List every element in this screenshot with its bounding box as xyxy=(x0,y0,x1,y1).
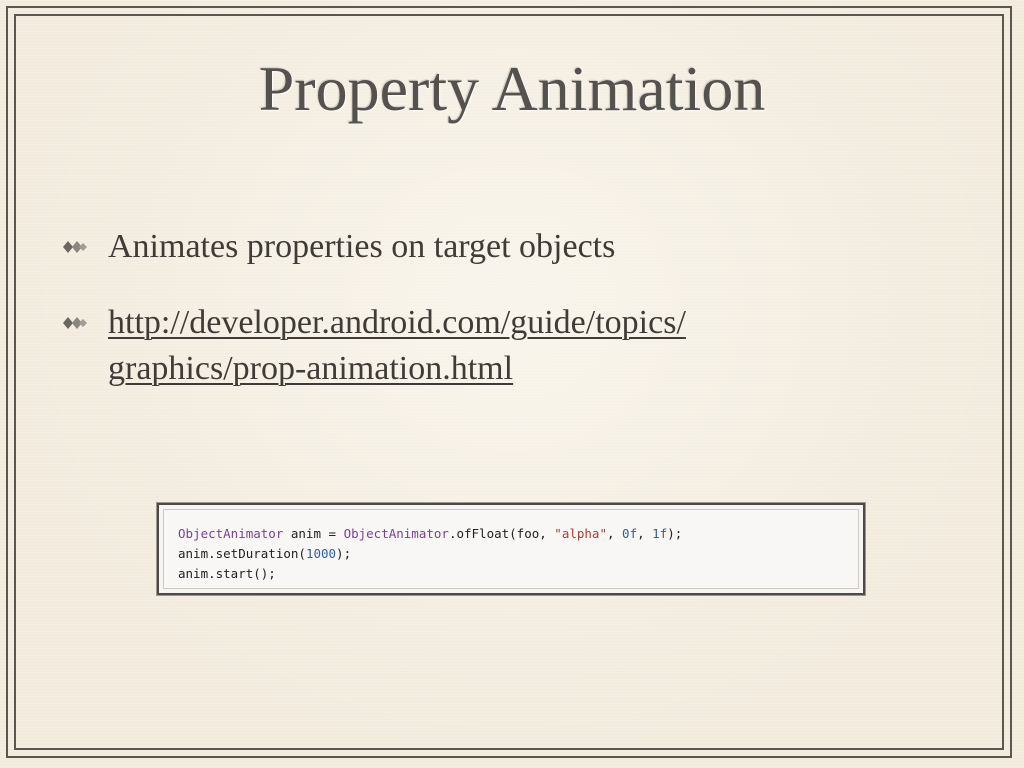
code-token: ObjectAnimator xyxy=(343,526,449,541)
code-token: anim = xyxy=(283,526,344,541)
code-token: 1000 xyxy=(305,546,337,561)
code-token: 1f xyxy=(652,526,668,541)
slide-title: Property Animation xyxy=(258,53,766,124)
bullet-list: Animates properties on target objects ht… xyxy=(60,224,960,392)
bullet-item: http://developer.android.com/guide/topic… xyxy=(60,300,960,392)
code-token: .ofFloat(foo, xyxy=(448,526,555,541)
code-token: "alpha" xyxy=(554,526,607,541)
code-lines: ObjectAnimator anim = ObjectAnimator.ofF… xyxy=(178,524,682,584)
diamond-bullet-icon xyxy=(63,317,87,329)
code-token: anim.start(); xyxy=(178,566,276,581)
code-token: anim.setDuration( xyxy=(178,546,306,561)
code-line-2: anim.setDuration(1000); xyxy=(178,544,682,564)
bullet-text: Animates properties on target objects xyxy=(108,228,616,265)
code-snippet-inner: ObjectAnimator anim = ObjectAnimator.ofF… xyxy=(163,509,859,589)
code-token: ); xyxy=(667,526,683,541)
android-docs-link[interactable]: http://developer.android.com/guide/topic… xyxy=(108,304,686,387)
code-token: ObjectAnimator xyxy=(178,526,284,541)
code-snippet: ObjectAnimator anim = ObjectAnimator.ofF… xyxy=(157,503,865,595)
slide: Property Animation Animates properties o… xyxy=(0,0,1024,768)
code-token: 0f xyxy=(622,526,638,541)
diamond-bullet-icon xyxy=(63,241,87,253)
code-token: , xyxy=(606,526,623,541)
code-line-1: ObjectAnimator anim = ObjectAnimator.ofF… xyxy=(178,524,682,544)
code-token: ); xyxy=(336,546,352,561)
code-line-3: anim.start(); xyxy=(178,564,682,584)
code-token: , xyxy=(637,526,653,541)
bullet-item: Animates properties on target objects xyxy=(60,224,960,270)
link-line-1: http://developer.android.com/guide/topic… xyxy=(108,304,686,341)
link-line-2: graphics/prop-animation.html xyxy=(108,350,514,387)
